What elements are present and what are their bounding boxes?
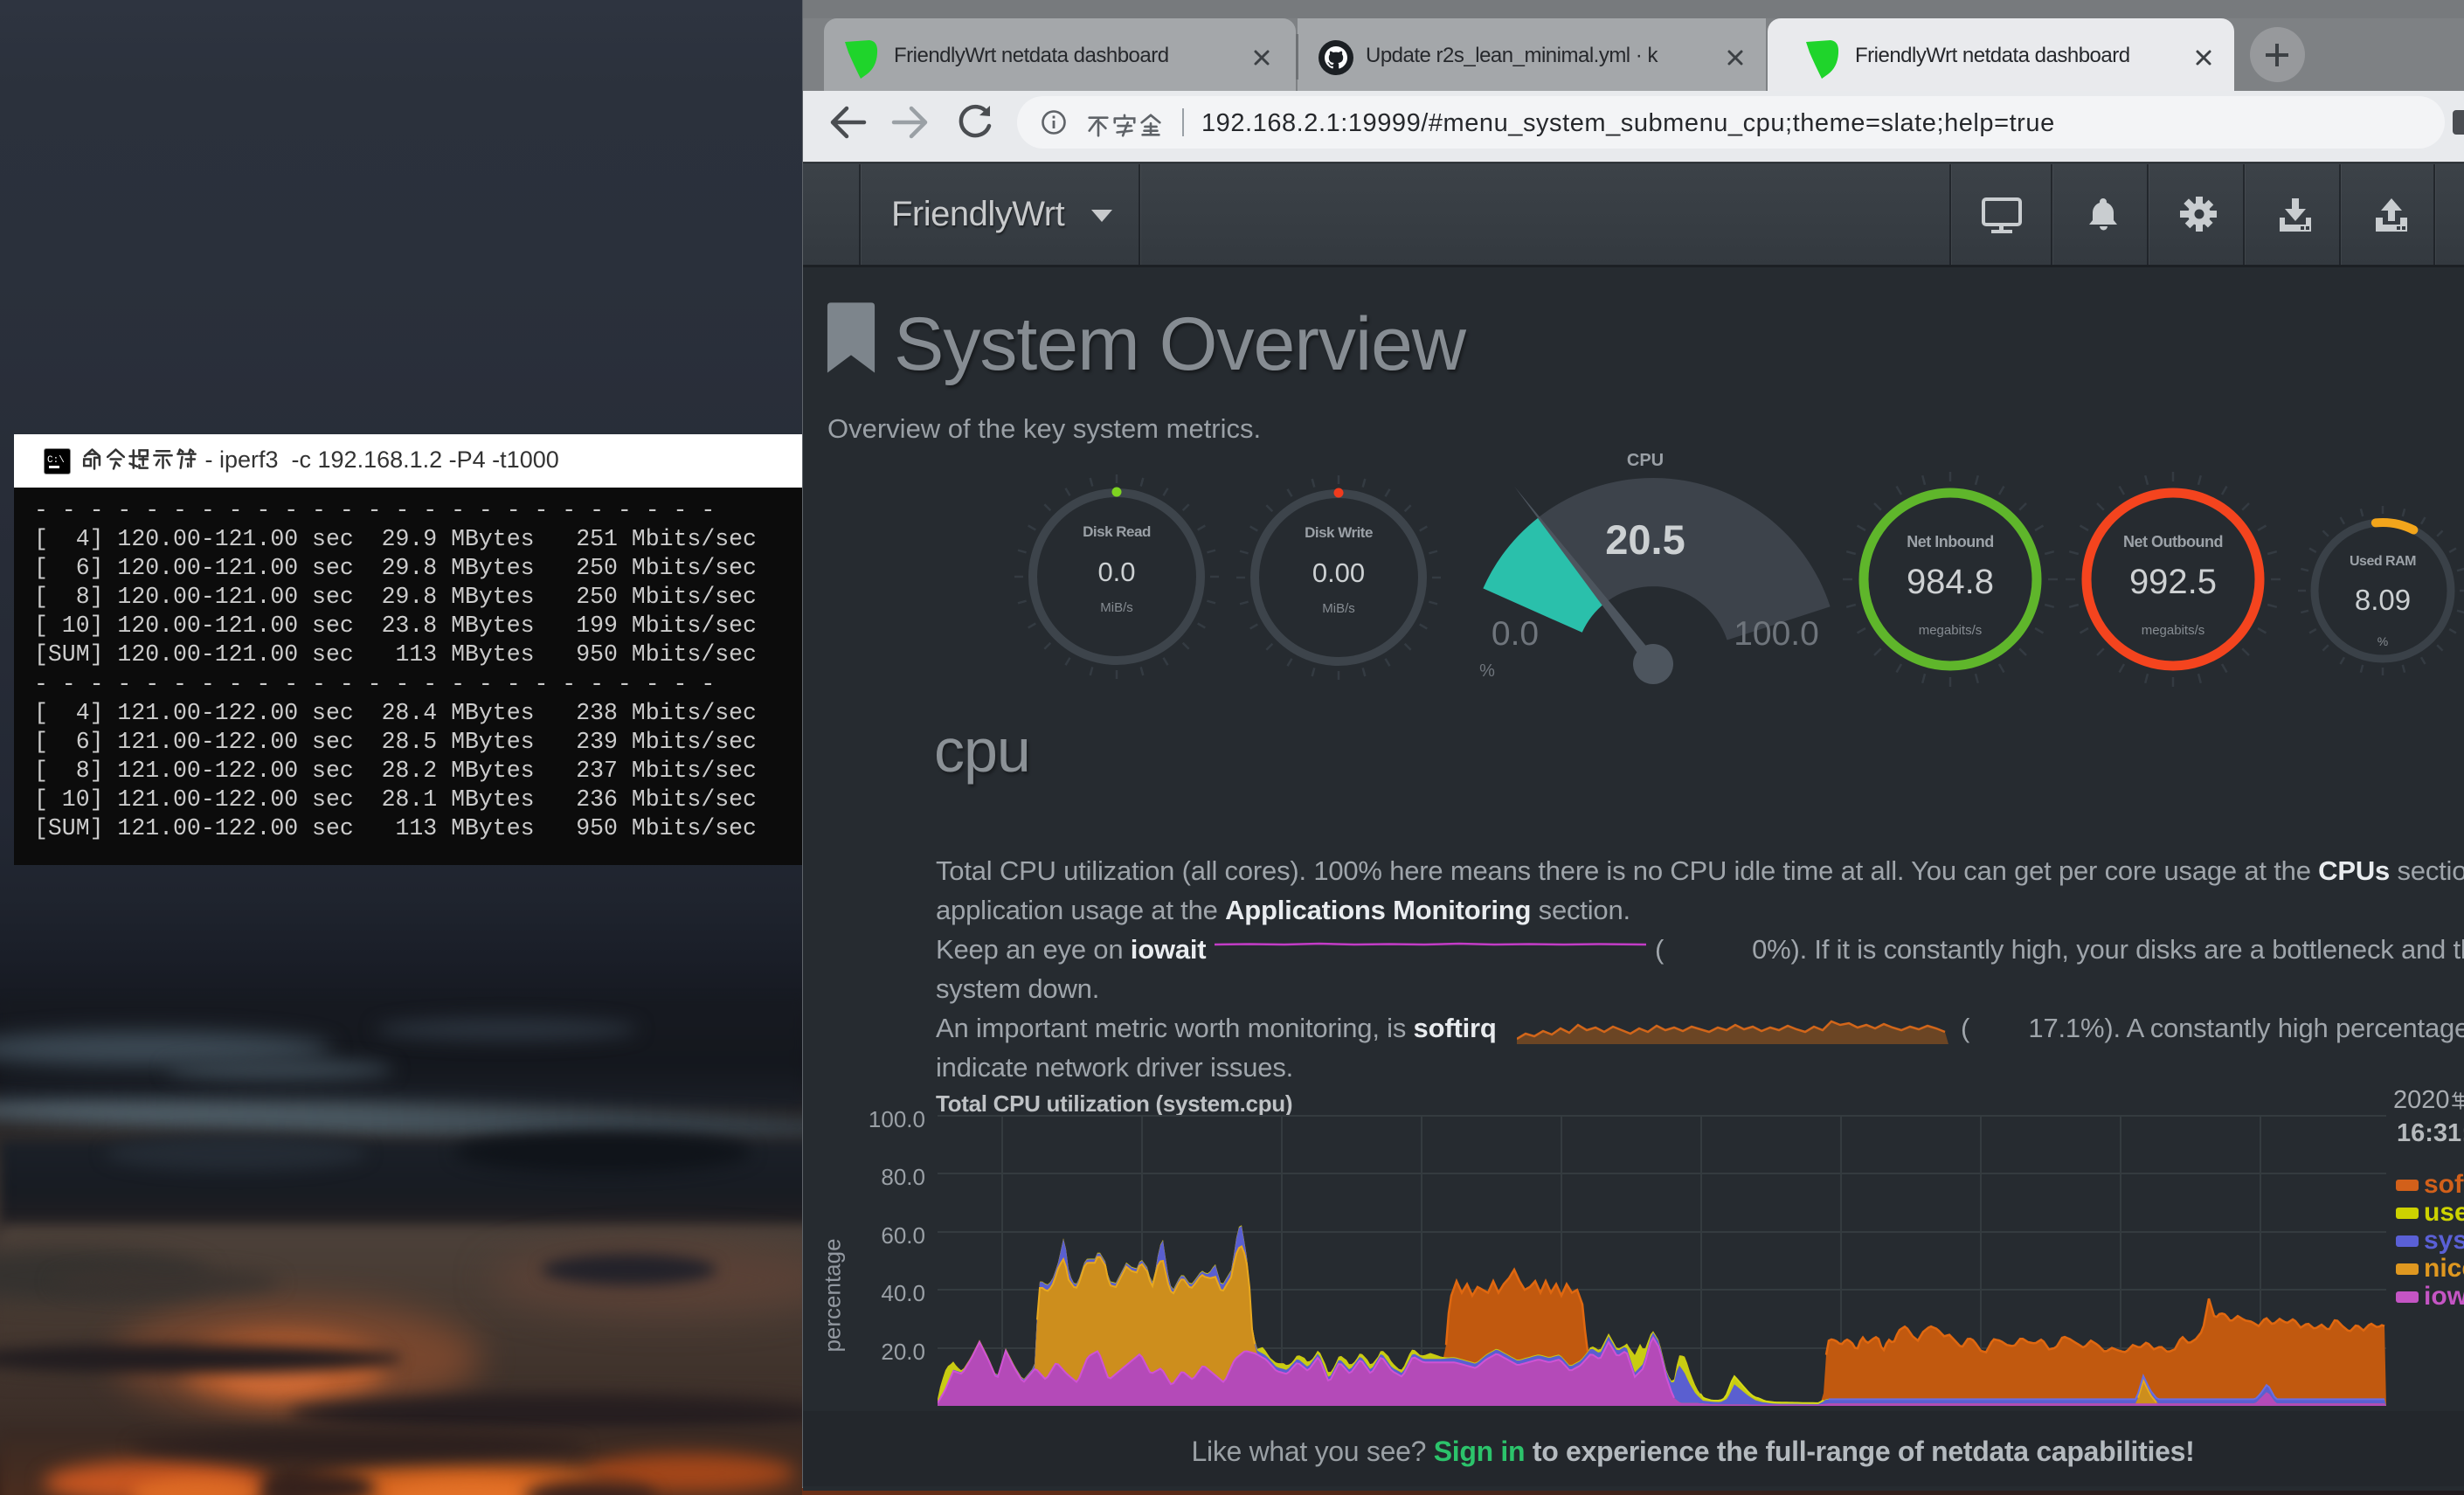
svg-text:C:\: C:\ xyxy=(47,455,65,466)
